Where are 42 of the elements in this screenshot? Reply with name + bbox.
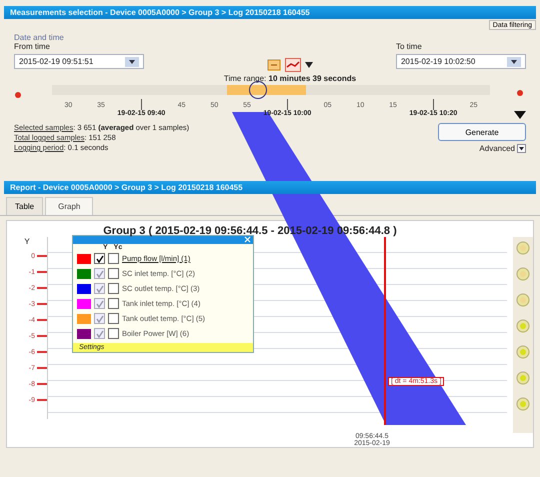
yc-checkbox[interactable] [108,298,119,309]
to-time-label: To time [396,42,423,51]
y-checkbox[interactable] [94,328,105,339]
tool-icon[interactable] [516,293,530,307]
y-checkbox[interactable] [94,313,105,324]
yc-checkbox[interactable] [108,253,119,264]
yc-checkbox[interactable] [108,268,119,279]
dropdown-icon [506,56,521,66]
report-title: Report - Device 0005A0000 > Group 3 > Log 20150218 160455 [4,181,536,194]
y-checkbox[interactable] [94,253,105,264]
tool-icon[interactable] [516,267,530,281]
from-time-label: From time [14,42,51,51]
start-marker-icon[interactable] [14,91,22,99]
close-icon[interactable] [244,236,253,243]
dropdown-icon [125,56,139,66]
tool-icon[interactable] [516,397,530,411]
tool-icon[interactable] [516,371,530,385]
dropdown-icon [517,144,526,153]
y-checkbox[interactable] [94,298,105,309]
to-time-field[interactable]: 2015-02-19 10:02:50 [396,54,526,69]
tab[interactable]: Table [6,197,44,215]
tool-icon[interactable] [516,319,530,333]
y-checkbox[interactable] [94,268,105,279]
yc-checkbox[interactable] [108,313,119,324]
axis-label: Y [24,237,30,246]
caret-icon[interactable] [304,62,313,68]
tab[interactable]: Graph [45,197,94,215]
group-label: Date and time [14,33,65,42]
generate-button[interactable]: Generate [438,123,526,141]
advanced-dropdown[interactable]: Advanced [479,144,526,153]
time-range-text: Time range: 10 minutes 39 seconds [224,74,356,83]
timeline-handle[interactable] [248,81,267,99]
line-chart-icon[interactable] [284,58,301,72]
end-marker-icon[interactable] [516,89,524,97]
yc-checkbox[interactable] [108,283,119,294]
tool-icon[interactable] [516,241,530,255]
window-title: Measurements selection - Device 0005A0000 > Group 3 > Log 20150218 160455 [4,6,536,19]
y-checkbox[interactable] [94,283,105,294]
tool-icon[interactable] [516,345,530,359]
yc-checkbox[interactable] [108,328,119,339]
expand-arrow-icon[interactable] [514,111,526,119]
from-time-field[interactable]: 2015-02-19 09:51:51 [14,54,144,69]
